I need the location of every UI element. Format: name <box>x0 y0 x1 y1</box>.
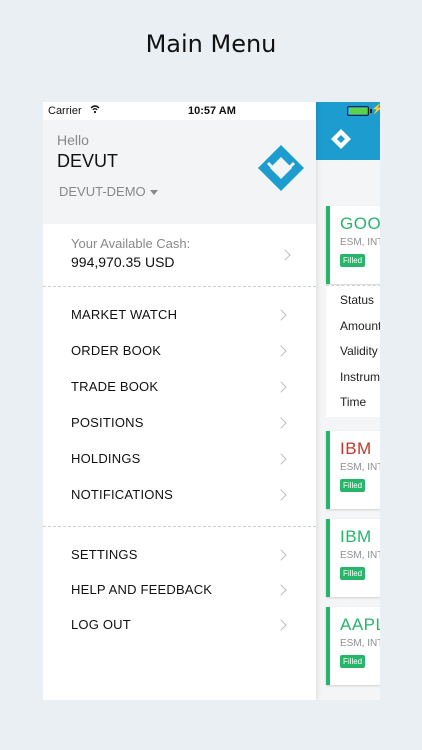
menu-item-label: ORDER BOOK <box>71 343 162 358</box>
phone-screen: ⚡ GOOG ESM, INT Filled Status Amount Val… <box>43 102 380 700</box>
menu-item-trade-book[interactable]: TRADE BOOK <box>43 370 316 406</box>
status-bar: Carrier 10:57 AM <box>43 102 316 120</box>
menu-item-label: TRADE BOOK <box>71 379 159 394</box>
order-card[interactable]: GOOG ESM, INT Filled <box>326 206 380 284</box>
chevron-right-icon <box>277 346 287 356</box>
detail-time-label: Time <box>340 395 367 409</box>
status-badge: Filled <box>340 567 366 580</box>
detail-validity-label: Validity <box>340 344 378 358</box>
cash-label: Your Available Cash: <box>71 236 191 251</box>
chevron-right-icon <box>277 490 287 500</box>
detail-instrument-label: Instrume <box>340 369 380 384</box>
cash-value: 994,970.35 USD <box>71 254 175 270</box>
brand-logo-icon <box>258 145 304 191</box>
wifi-icon <box>90 105 100 114</box>
chevron-right-icon <box>277 454 287 464</box>
order-symbol: IBM <box>340 527 372 546</box>
chevron-right-icon <box>277 382 287 392</box>
menu-item-log-out[interactable]: LOG OUT <box>43 608 316 643</box>
menu-item-notifications[interactable]: NOTIFICATIONS <box>43 478 316 514</box>
menu-item-help-and-feedback[interactable]: HELP AND FEEDBACK <box>43 573 316 608</box>
status-badge: Filled <box>340 479 366 492</box>
menu-item-label: POSITIONS <box>71 415 144 430</box>
menu-item-label: HOLDINGS <box>71 451 141 466</box>
chevron-right-icon <box>277 310 287 320</box>
chevron-right-icon <box>277 585 287 595</box>
available-cash-row[interactable]: Your Available Cash: 994,970.35 USD <box>43 224 316 287</box>
status-badge: Filled <box>340 254 366 267</box>
primary-menu: MARKET WATCH ORDER BOOK TRADE BOOK POSIT… <box>43 298 316 514</box>
account-selector[interactable]: DEVUT-DEMO <box>59 184 158 199</box>
order-exchange: ESM, INT <box>340 638 380 649</box>
order-symbol: AAPL <box>340 615 380 634</box>
menu-item-order-book[interactable]: ORDER BOOK <box>43 334 316 370</box>
menu-item-positions[interactable]: POSITIONS <box>43 406 316 442</box>
status-badge: Filled <box>340 655 366 668</box>
order-card[interactable]: IBM ESM, INT Filled <box>326 519 380 597</box>
caret-down-icon <box>149 190 158 196</box>
order-exchange: ESM, INT <box>340 462 380 473</box>
carrier-label: Carrier <box>48 105 82 117</box>
order-details: Status Amount Validity Instrume Time <box>326 285 380 417</box>
detail-status-label: Status <box>340 293 375 307</box>
menu-item-holdings[interactable]: HOLDINGS <box>43 442 316 478</box>
background-header <box>316 120 380 160</box>
account-name: DEVUT-DEMO <box>59 184 146 199</box>
order-card[interactable]: IBM ESM, INT Filled <box>326 431 380 509</box>
order-symbol: IBM <box>340 439 372 458</box>
menu-item-label: HELP AND FEEDBACK <box>71 582 213 597</box>
profile-header: Hello DEVUT DEVUT-DEMO <box>43 120 316 224</box>
order-exchange: ESM, INT <box>340 237 380 248</box>
clock: 10:57 AM <box>188 105 236 117</box>
menu-item-settings[interactable]: SETTINGS <box>43 538 316 573</box>
chevron-right-icon <box>277 418 287 428</box>
detail-amount-label: Amount <box>340 318 380 333</box>
username: DEVUT <box>57 151 119 171</box>
charging-icon: ⚡ <box>371 104 380 115</box>
app-logo-icon <box>331 129 351 149</box>
menu-item-label: NOTIFICATIONS <box>71 487 174 502</box>
menu-item-label: LOG OUT <box>71 617 131 632</box>
secondary-menu: SETTINGS HELP AND FEEDBACK LOG OUT <box>43 538 316 643</box>
chevron-right-icon <box>281 250 291 260</box>
menu-item-label: MARKET WATCH <box>71 307 178 322</box>
order-card[interactable]: AAPL ESM, INT Filled <box>326 607 380 685</box>
battery-icon <box>347 106 372 116</box>
chevron-right-icon <box>277 550 287 560</box>
chevron-right-icon <box>277 620 287 630</box>
background-order-screen[interactable]: ⚡ GOOG ESM, INT Filled Status Amount Val… <box>316 102 380 700</box>
background-status-bar: ⚡ <box>316 102 380 120</box>
navigation-drawer: Carrier 10:57 AM Hello DEVUT DEVUT-DEMO … <box>43 102 316 700</box>
greeting-text: Hello <box>57 132 89 148</box>
screenshot-caption: Main Menu <box>145 30 277 58</box>
menu-item-market-watch[interactable]: MARKET WATCH <box>43 298 316 334</box>
menu-divider <box>43 526 316 527</box>
menu-item-label: SETTINGS <box>71 547 138 562</box>
order-exchange: ESM, INT <box>340 550 380 561</box>
order-symbol: GOOG <box>340 214 380 233</box>
